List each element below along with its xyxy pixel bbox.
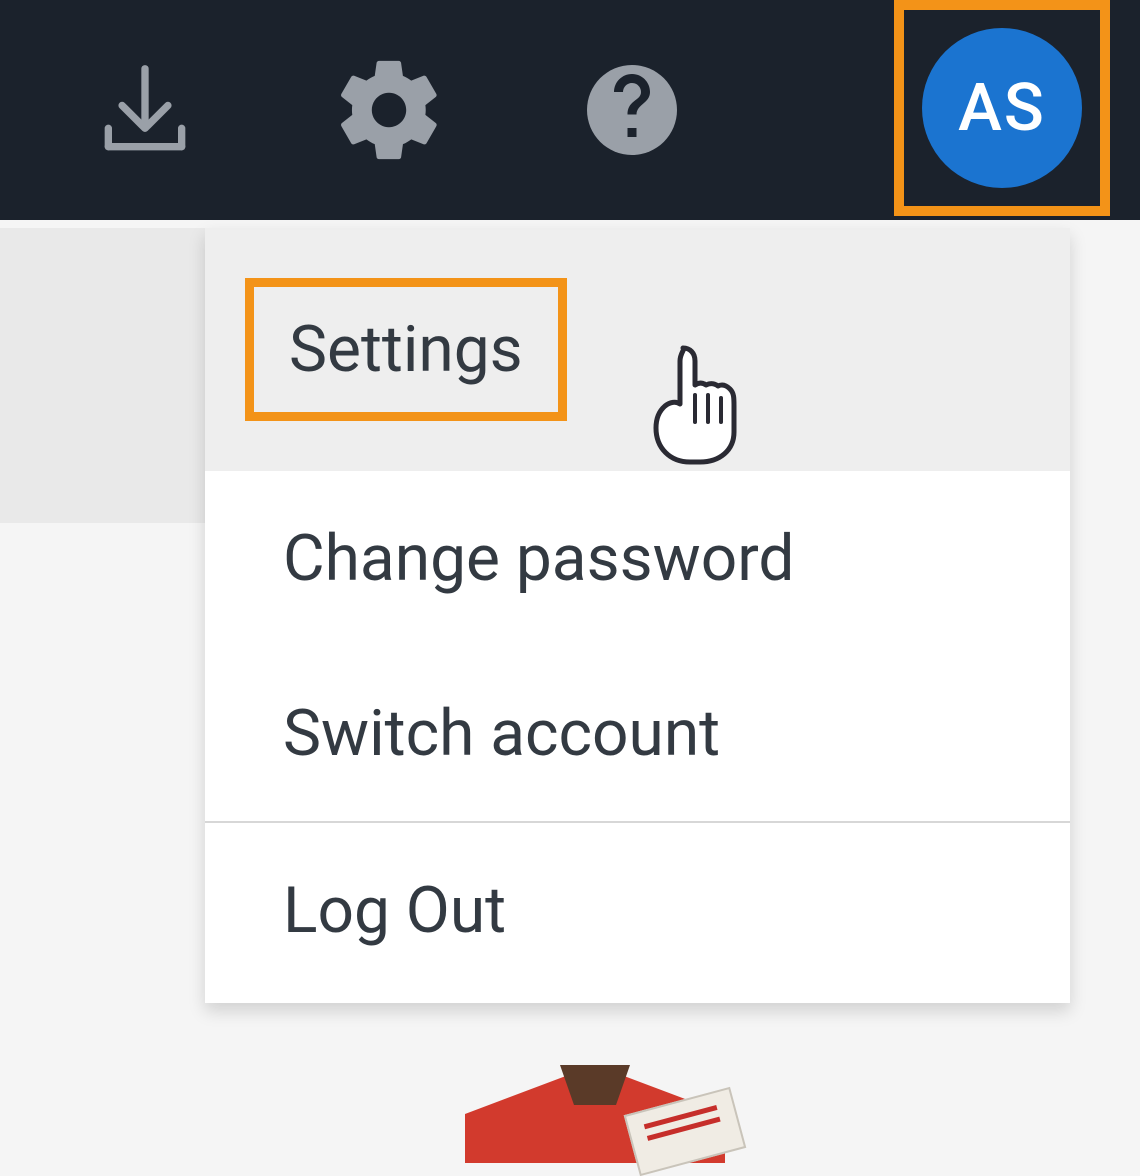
- menu-item-switch-account[interactable]: Switch account: [205, 646, 1070, 821]
- menu-item-label: Log Out: [283, 873, 506, 948]
- menu-item-label: Switch account: [283, 696, 720, 771]
- background-illustration: [420, 1065, 770, 1163]
- menu-item-log-out[interactable]: Log Out: [205, 823, 1070, 998]
- gear-icon[interactable]: [330, 51, 448, 169]
- menu-item-change-password[interactable]: Change password: [205, 471, 1070, 646]
- download-icon[interactable]: [90, 55, 200, 165]
- menu-item-label: Settings: [245, 278, 567, 421]
- menu-item-settings[interactable]: Settings: [205, 228, 1070, 471]
- user-avatar[interactable]: AS: [922, 28, 1082, 188]
- avatar-highlight: AS: [894, 0, 1110, 216]
- background-stripe: [0, 228, 205, 523]
- help-icon[interactable]: [578, 56, 686, 164]
- menu-item-label: Change password: [283, 521, 794, 596]
- top-bar: AS: [0, 0, 1140, 220]
- avatar-initials: AS: [958, 70, 1046, 147]
- user-menu-dropdown: Settings Change password Switch account …: [205, 228, 1070, 1003]
